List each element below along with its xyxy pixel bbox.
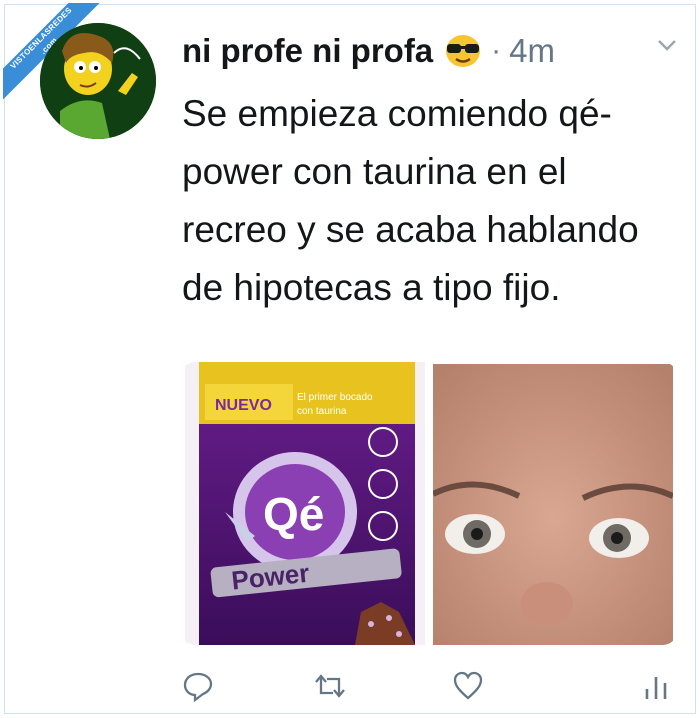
media-image-product[interactable]: NUEVO El primer bocado con taurina Qé Po… bbox=[185, 362, 425, 645]
tweet-header: ni profe ni profa · 4m bbox=[182, 29, 682, 73]
media-image-face[interactable] bbox=[433, 364, 673, 645]
product-tagline-1: El primer bocado bbox=[297, 392, 373, 403]
retweet-icon[interactable] bbox=[313, 669, 347, 703]
tweet-actions bbox=[181, 665, 681, 709]
author-name[interactable]: ni profe ni profa bbox=[182, 32, 433, 70]
avatar-image bbox=[40, 23, 156, 139]
sunglasses-emoji-icon bbox=[446, 35, 481, 67]
chevron-down-icon[interactable] bbox=[656, 37, 678, 53]
timestamp[interactable]: 4m bbox=[509, 32, 555, 70]
heart-icon[interactable] bbox=[451, 669, 485, 703]
product-badge: NUEVO bbox=[215, 397, 272, 414]
media-grid: NUEVO El primer bocado con taurina Qé Po… bbox=[181, 362, 677, 645]
reply-icon[interactable] bbox=[181, 669, 215, 703]
product-brand: Qé bbox=[263, 488, 324, 540]
separator-dot: · bbox=[491, 34, 502, 67]
avatar[interactable] bbox=[40, 23, 156, 139]
product-tagline-2: con taurina bbox=[297, 406, 347, 417]
tweet-text: Se empieza comiendo qé-power con taurina… bbox=[182, 93, 639, 308]
analytics-icon[interactable] bbox=[639, 669, 673, 703]
tweet-card: VISTOENLASREDES .com ni profe ni profa ·… bbox=[3, 3, 696, 714]
